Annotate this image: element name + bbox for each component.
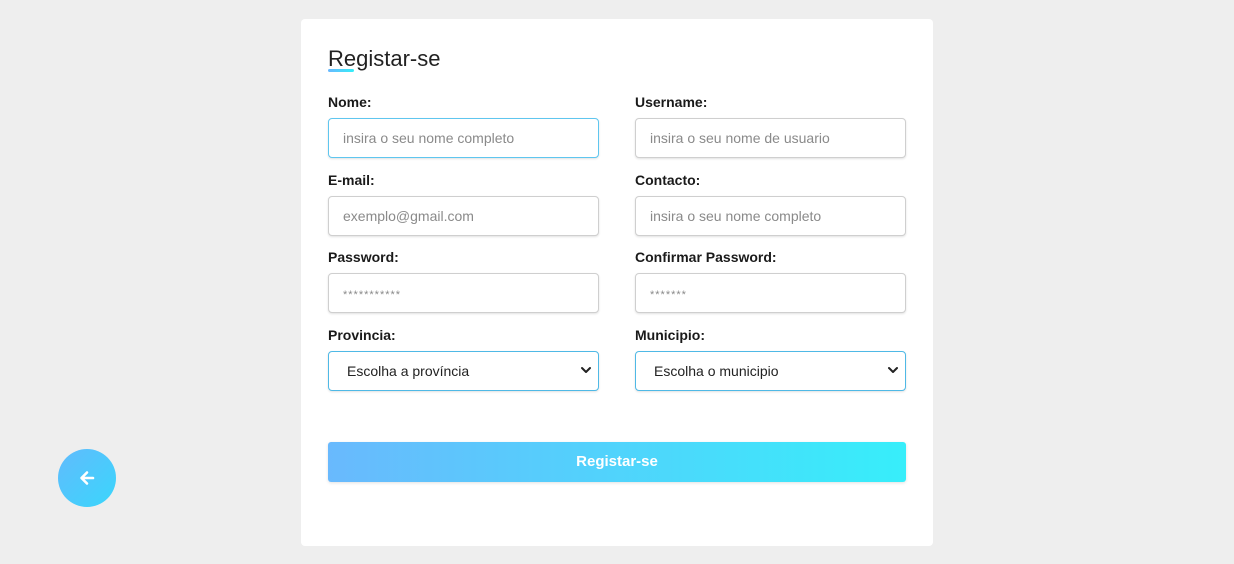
- chevron-down-icon: [581, 367, 591, 373]
- provincia-label: Provincia:: [328, 327, 396, 343]
- municipio-select-value: Escolha o municipio: [635, 351, 906, 391]
- nome-label: Nome:: [328, 94, 372, 110]
- password-field-group: Password:: [328, 247, 599, 313]
- arrow-left-icon: [80, 471, 95, 485]
- municipio-label: Municipio:: [635, 327, 705, 343]
- password-label: Password:: [328, 249, 399, 265]
- username-field-group: Username:: [635, 92, 906, 158]
- email-label: E-mail:: [328, 172, 375, 188]
- register-submit-button[interactable]: Registar-se: [328, 442, 906, 482]
- nome-input[interactable]: [328, 118, 599, 158]
- provincia-select-value: Escolha a província: [328, 351, 599, 391]
- contacto-field-group: Contacto:: [635, 170, 906, 236]
- contacto-input[interactable]: [635, 196, 906, 236]
- confirm-password-label: Confirmar Password:: [635, 249, 777, 265]
- password-input[interactable]: [328, 273, 599, 313]
- municipio-field-group: Municipio: Escolha o municipio: [635, 325, 906, 391]
- title-underline: [328, 69, 354, 72]
- email-field-group: E-mail:: [328, 170, 599, 236]
- username-input[interactable]: [635, 118, 906, 158]
- register-card: Registar-se Nome: Username: E-mail: Cont…: [301, 19, 933, 546]
- confirm-password-field-group: Confirmar Password:: [635, 247, 906, 313]
- username-label: Username:: [635, 94, 708, 110]
- chevron-down-icon: [888, 367, 898, 373]
- provincia-field-group: Provincia: Escolha a província: [328, 325, 599, 391]
- email-input[interactable]: [328, 196, 599, 236]
- nome-field-group: Nome:: [328, 92, 599, 158]
- back-button[interactable]: [58, 449, 116, 507]
- provincia-select[interactable]: Escolha a província: [328, 351, 599, 391]
- contacto-label: Contacto:: [635, 172, 701, 188]
- municipio-select[interactable]: Escolha o municipio: [635, 351, 906, 391]
- confirm-password-input[interactable]: [635, 273, 906, 313]
